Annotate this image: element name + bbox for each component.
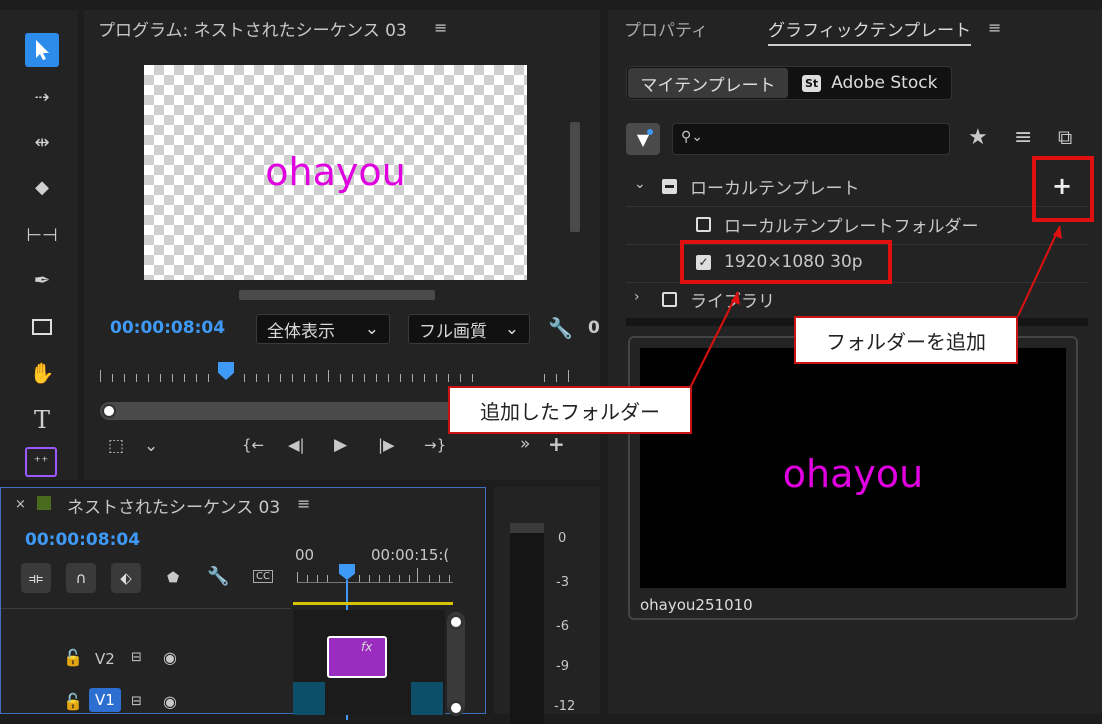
callout-add-folder: フォルダーを追加 bbox=[794, 316, 1018, 364]
callout-added-folder: 追加したフォルダー bbox=[448, 386, 692, 434]
